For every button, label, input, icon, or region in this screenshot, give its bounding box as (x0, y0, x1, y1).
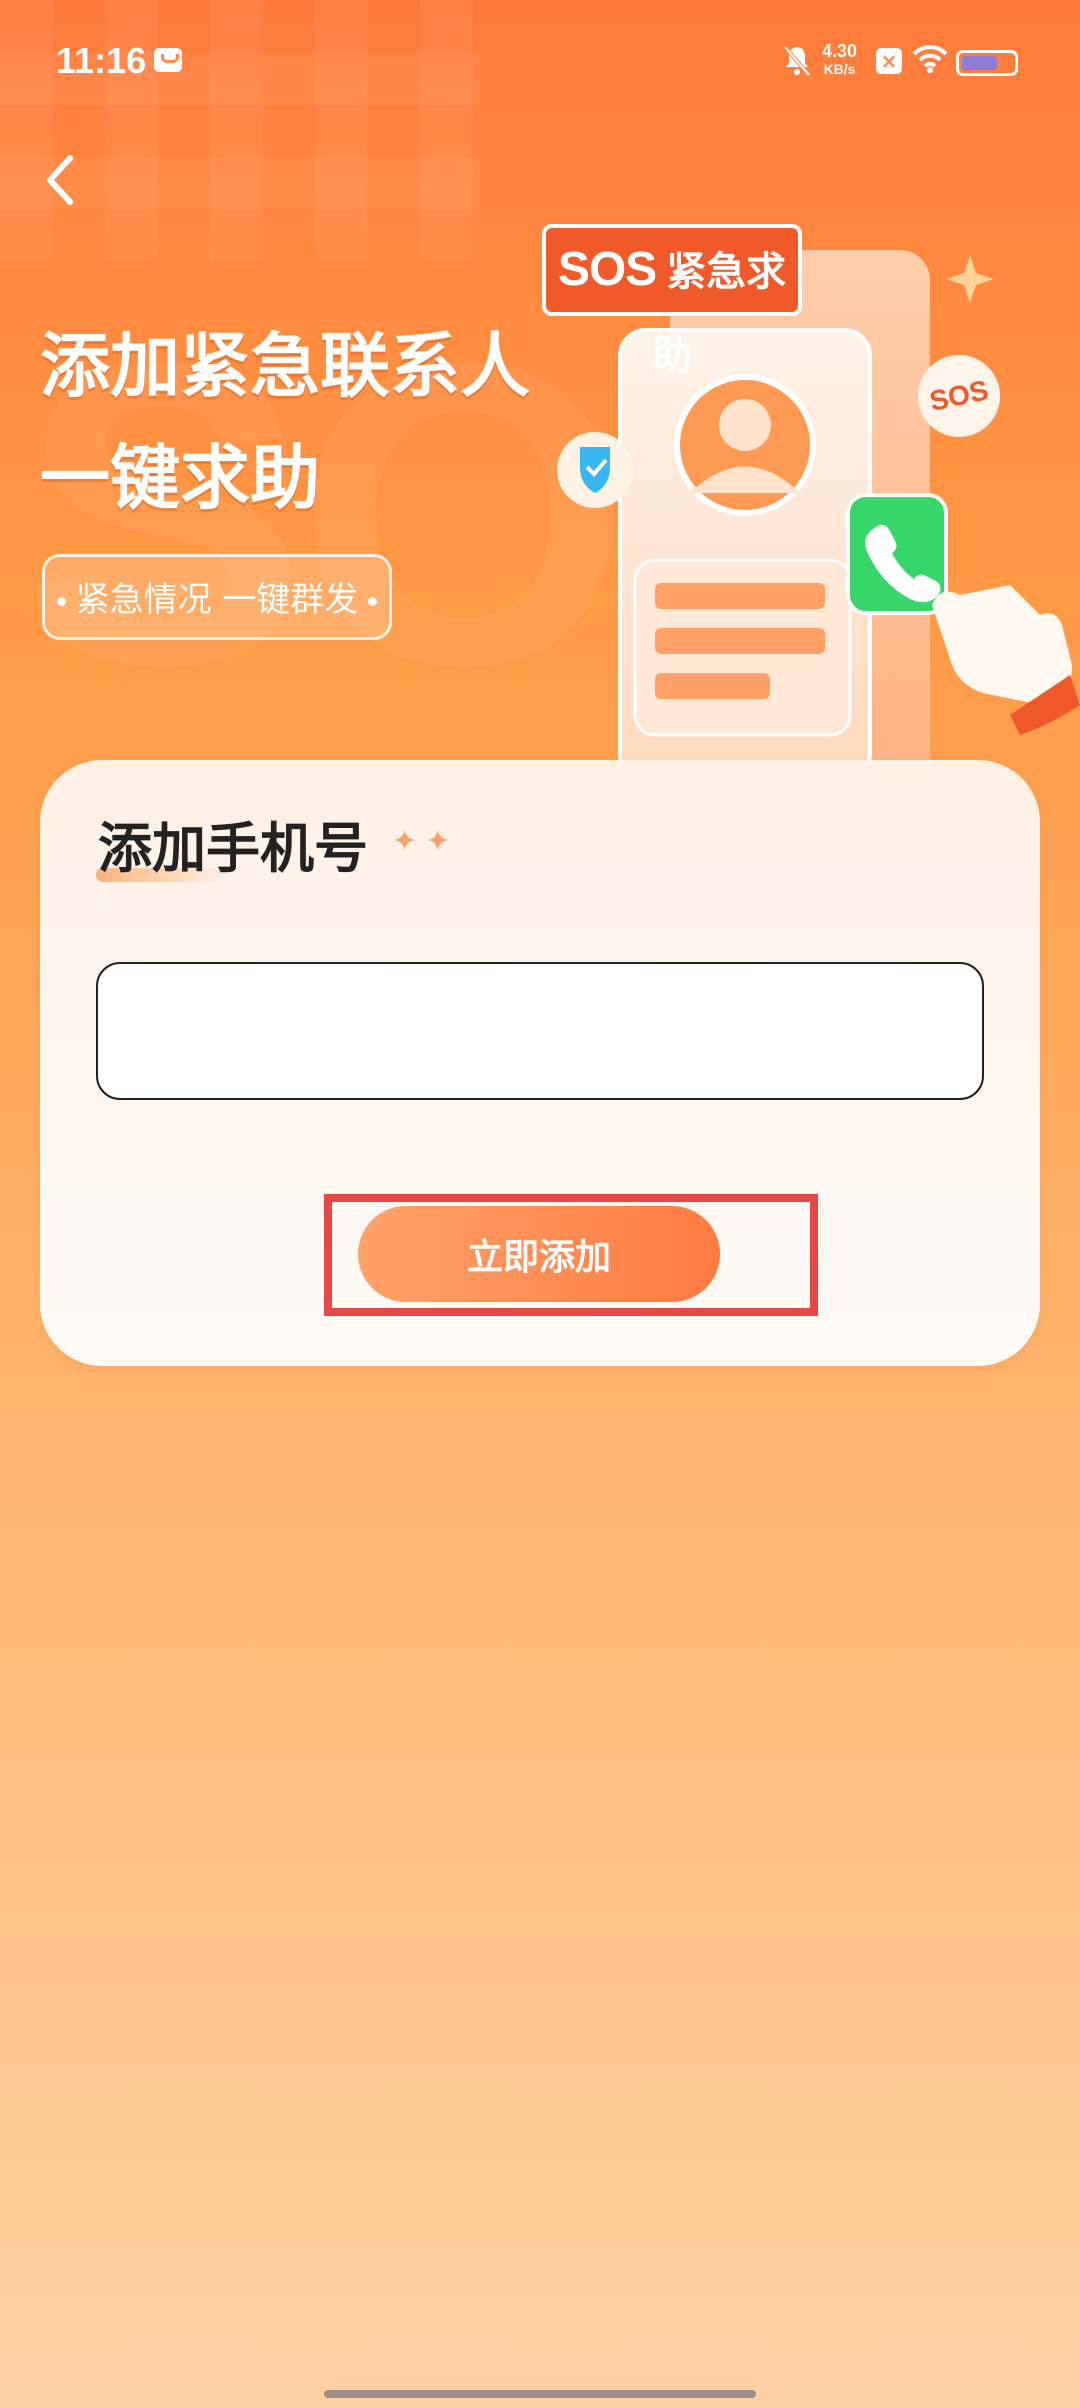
hero-title-line2: 一键求助 (40, 437, 320, 519)
back-button[interactable] (36, 150, 86, 210)
battery-fill (962, 56, 997, 70)
battery-icon (956, 50, 1018, 76)
hero-title-line1: 添加紧急联系人 (40, 325, 530, 407)
card-title: 添加手机号 (98, 817, 368, 880)
sparkle-icon: ✦✦ (392, 824, 459, 859)
network-speed-unit: KB/s (823, 61, 856, 77)
bell-off-icon (783, 45, 811, 77)
hero-title: 添加紧急联系人 一键求助 (40, 310, 530, 534)
status-time: 11:16 (56, 40, 147, 81)
pointing-hand (932, 585, 1072, 705)
sos-badge: SOS 紧急求助 (542, 224, 802, 378)
hero-pill: 紧急情况 一键群发 (42, 554, 392, 640)
add-phone-card: 添加手机号 ✦✦ 立即添加 (40, 760, 1040, 1366)
status-bar: 11:16 4.30 KB/s × (0, 0, 1080, 120)
wifi-icon (912, 45, 948, 73)
add-now-button[interactable]: 立即添加 (358, 1206, 720, 1302)
pill-dot-right (368, 597, 378, 606)
message-icon (154, 48, 182, 72)
home-indicator[interactable] (324, 2390, 756, 2398)
chevron-left-icon (47, 155, 73, 205)
network-speed: 4.30 KB/s (822, 42, 857, 78)
network-speed-value: 4.30 (822, 41, 858, 61)
pill-dot-left (56, 597, 66, 606)
x-icon: × (876, 48, 902, 74)
sparkle-icon (946, 255, 994, 303)
phone-number-input[interactable] (96, 962, 984, 1100)
hero-pill-text: 紧急情况 一键群发 (75, 580, 359, 620)
sos-badge-sos: SOS (557, 243, 657, 296)
